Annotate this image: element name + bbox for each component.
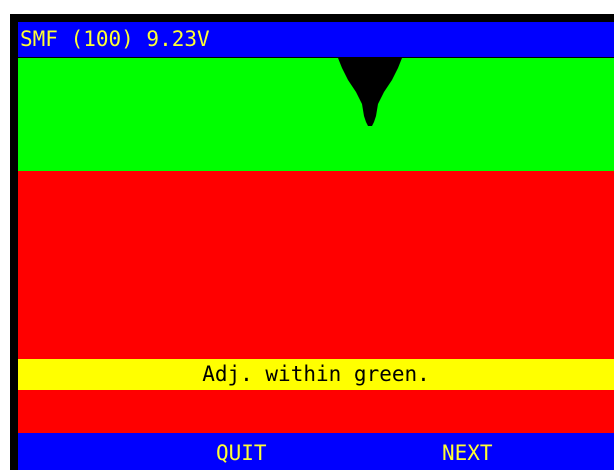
meter-red-zone [18, 171, 614, 433]
needle-pointer-icon [338, 58, 402, 126]
meter-green-zone [18, 58, 614, 171]
instruction-message: Adj. within green. [18, 359, 614, 390]
quit-button[interactable]: QUIT [216, 433, 267, 470]
display-screen: SMF (100) 9.23V Adj. within green. QUIT … [10, 14, 614, 470]
next-button[interactable]: NEXT [442, 433, 493, 470]
status-header: SMF (100) 9.23V [18, 22, 614, 57]
softkey-bar: QUIT NEXT [18, 433, 614, 470]
